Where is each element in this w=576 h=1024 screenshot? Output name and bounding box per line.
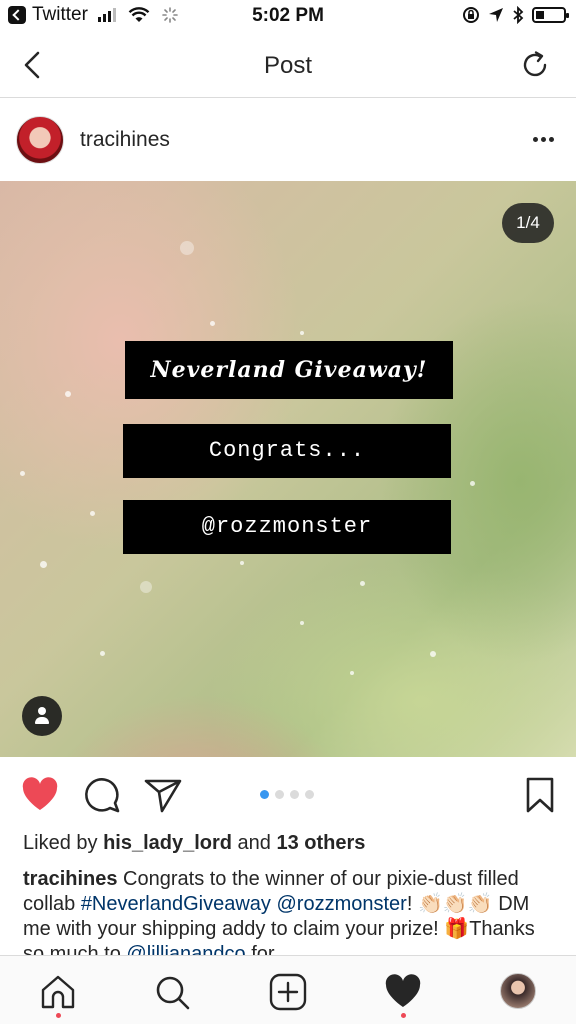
post-actions <box>0 757 576 831</box>
search-icon[interactable] <box>152 972 192 1012</box>
home-activity-dot <box>56 1013 61 1018</box>
comment-icon[interactable] <box>82 775 122 815</box>
page-title: Post <box>263 52 313 79</box>
post-photo[interactable]: 1/4 Neverland Giveaway! Congrats... @roz… <box>0 181 576 757</box>
caption-mention-2[interactable]: @lillianandco <box>126 943 245 955</box>
carousel-dots <box>260 790 314 799</box>
home-icon[interactable] <box>38 972 78 1012</box>
banner-title: Neverland Giveaway! <box>125 341 453 399</box>
user-tag-icon[interactable] <box>22 696 62 736</box>
rotation-lock-icon <box>463 7 479 23</box>
carousel-dot <box>290 790 299 799</box>
banner-congrats: Congrats... <box>123 424 451 478</box>
send-icon[interactable] <box>143 775 183 815</box>
caption-author[interactable]: tracihines <box>23 868 117 890</box>
status-right <box>462 6 569 24</box>
status-bar: Twitter 5:02 PM <box>0 0 576 34</box>
avatar[interactable] <box>16 116 64 164</box>
carousel-dot <box>305 790 314 799</box>
caption-text-3: for <box>245 943 275 955</box>
battery-icon <box>532 7 569 23</box>
page-counter: 1/4 <box>502 203 554 243</box>
caption-hashtag[interactable]: #NeverlandGiveaway <box>81 893 271 915</box>
carousel-dot <box>260 790 269 799</box>
more-options-icon[interactable] <box>533 137 554 142</box>
bluetooth-icon <box>513 6 524 24</box>
likes-conjunction: and <box>232 832 277 854</box>
activity-heart-icon[interactable] <box>383 972 423 1012</box>
bookmark-icon[interactable] <box>520 775 560 815</box>
liked-by-others[interactable]: 13 others <box>276 832 365 854</box>
activity-dot <box>401 1013 406 1018</box>
liked-by-user[interactable]: his_lady_lord <box>103 832 232 854</box>
tab-bar <box>0 955 576 1024</box>
heart-icon[interactable] <box>20 775 60 815</box>
add-icon[interactable] <box>268 972 308 1012</box>
refresh-icon[interactable] <box>520 50 550 80</box>
post-username[interactable]: tracihines <box>80 128 170 152</box>
likes-prefix: Liked by <box>23 832 104 854</box>
location-icon <box>489 8 503 22</box>
carousel-dot <box>275 790 284 799</box>
likes-summary: Liked by his_lady_lord and 13 others <box>23 832 365 855</box>
profile-tab-avatar[interactable] <box>500 973 536 1009</box>
nav-bar: Post <box>0 34 576 98</box>
post-caption: tracihines Congrats to the winner of our… <box>23 867 553 955</box>
caption-mention[interactable]: @rozzmonster <box>276 893 406 915</box>
banner-winner: @rozzmonster <box>123 500 451 554</box>
post-header: tracihines <box>0 99 576 181</box>
